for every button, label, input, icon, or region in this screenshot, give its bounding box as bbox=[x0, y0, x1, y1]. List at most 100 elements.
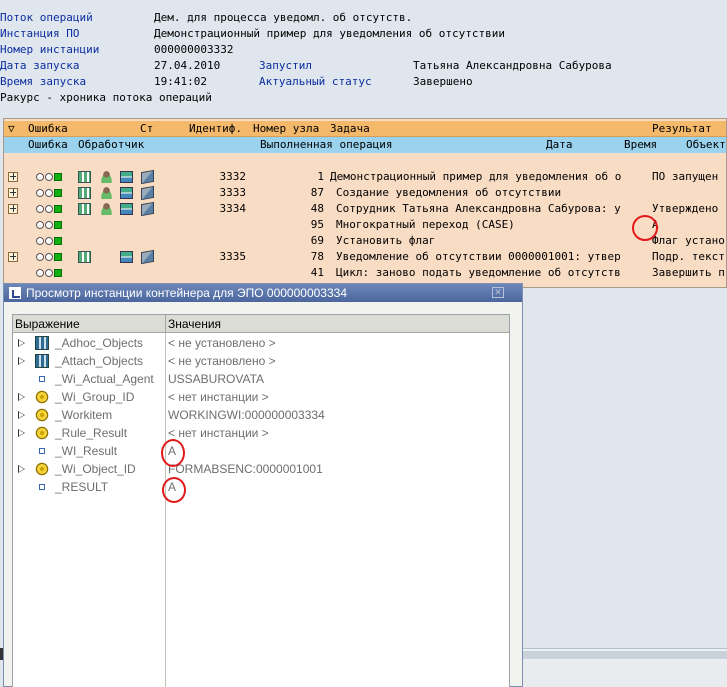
container-element-row[interactable]: _Workitem WORKINGWI:000000003334 bbox=[13, 406, 509, 424]
col-time[interactable]: Время bbox=[624, 137, 657, 153]
cube-icon[interactable] bbox=[141, 201, 154, 217]
row-task[interactable]: Многократный переход (CASE) bbox=[336, 217, 515, 233]
expand-triangle-icon[interactable] bbox=[18, 357, 25, 365]
col-result[interactable]: Результат bbox=[652, 121, 712, 137]
row-ident: 3334 bbox=[219, 202, 247, 215]
flow-icon[interactable] bbox=[120, 251, 133, 263]
row-node: 95 bbox=[310, 218, 324, 231]
container-element-row[interactable]: _Wi_Actual_Agent USSABUROVATA bbox=[13, 370, 509, 388]
flow-icon[interactable] bbox=[120, 187, 133, 199]
tree-icon[interactable] bbox=[78, 251, 91, 263]
expand-icon[interactable] bbox=[8, 172, 18, 182]
expand-icon[interactable] bbox=[8, 188, 18, 198]
status-lights-icon bbox=[36, 189, 62, 197]
row-task[interactable]: Уведомление об отсутствии 0000001001: ут… bbox=[336, 249, 621, 265]
status-bar bbox=[523, 660, 727, 687]
container-element-row[interactable]: _Wi_Object_ID FORMABSENC:0000001001 bbox=[13, 460, 509, 478]
expand-triangle-icon[interactable] bbox=[18, 429, 25, 437]
expand-triangle-icon[interactable] bbox=[18, 465, 25, 473]
tree-icon[interactable] bbox=[78, 171, 91, 183]
expand-icon[interactable] bbox=[8, 204, 18, 214]
status-lights-icon bbox=[36, 269, 62, 277]
col-values[interactable]: Значения bbox=[165, 315, 221, 333]
container-element-row[interactable]: _Wi_Group_ID < нет инстанции > bbox=[13, 388, 509, 406]
view-title-text: Ракурс - хроника потока операций bbox=[0, 91, 212, 104]
col-task[interactable]: Задача bbox=[330, 121, 370, 137]
col-error-2[interactable]: Ошибка bbox=[28, 137, 68, 153]
status-lights-icon bbox=[36, 205, 62, 213]
table-header-secondary: Ошибка Обработчик Выполненная операция Д… bbox=[4, 137, 726, 153]
col-status[interactable]: Ст bbox=[140, 121, 153, 137]
row-node: 41 bbox=[310, 266, 324, 279]
container-element-row[interactable]: _Rule_Result < нет инстанции > bbox=[13, 424, 509, 442]
col-ident[interactable]: Идентиф. bbox=[189, 121, 242, 137]
expand-icon[interactable] bbox=[8, 252, 18, 262]
horizontal-scrollbar[interactable] bbox=[523, 648, 727, 660]
col-error[interactable]: Ошибка bbox=[28, 121, 68, 137]
col-operation[interactable]: Выполненная операция bbox=[260, 137, 392, 153]
col-object[interactable]: Объект bbox=[686, 137, 726, 153]
row-task[interactable]: Сотрудник Татьяна Александровна Сабурова… bbox=[336, 201, 621, 217]
cube-icon[interactable] bbox=[141, 185, 154, 201]
table-row[interactable]: 3332 1 Демонстрационный пример для уведомл… bbox=[4, 169, 726, 185]
person-icon[interactable] bbox=[100, 187, 113, 199]
col-node[interactable]: Номер узла bbox=[253, 121, 319, 137]
cube-icon[interactable] bbox=[141, 249, 154, 265]
tree-icon[interactable] bbox=[78, 187, 91, 199]
object-icon bbox=[35, 426, 49, 440]
container-grid[interactable]: Выражение Значения _Adhoc_Objects < не ус… bbox=[12, 314, 510, 687]
dialog-title-bar[interactable]: Просмотр инстанции контейнера для ЭПО 00… bbox=[4, 284, 522, 302]
element-value: < не установлено > bbox=[168, 354, 276, 368]
row-result: Завершить п bbox=[652, 266, 725, 279]
annotation-circle bbox=[161, 439, 185, 467]
flow-icon[interactable] bbox=[120, 203, 133, 215]
row-task[interactable]: Демонстрационный пример для уведомления … bbox=[330, 169, 621, 185]
started-by-label: Запустил bbox=[259, 59, 312, 72]
row-task[interactable]: Цикл: заново подать уведомление об отсут… bbox=[336, 265, 621, 281]
object-icon bbox=[35, 462, 49, 476]
col-handler[interactable]: Обработчик bbox=[78, 137, 144, 153]
table-row[interactable]: 3333 87 Создание уведомления об отсутствии bbox=[4, 185, 726, 201]
container-instance-dialog[interactable]: Просмотр инстанции контейнера для ЭПО 00… bbox=[3, 283, 523, 687]
object-icon bbox=[35, 390, 49, 404]
filter-icon[interactable]: ▽ bbox=[8, 121, 15, 137]
instance-number-label: Номер инстанции bbox=[0, 43, 100, 56]
close-icon[interactable]: ✕ bbox=[492, 287, 504, 298]
start-time-value: 19:41:02 bbox=[154, 75, 207, 88]
person-icon[interactable] bbox=[100, 203, 113, 215]
start-time-label: Время запуска bbox=[0, 75, 87, 88]
table-row[interactable]: 69 Установить флаг Флаг устано bbox=[4, 233, 726, 249]
table-row[interactable]: 95 Многократный переход (CASE) A bbox=[4, 217, 726, 233]
element-value: < нет инстанции > bbox=[168, 390, 269, 404]
element-name: _WI_Result bbox=[55, 444, 118, 458]
row-node: 1 bbox=[317, 170, 324, 183]
table-header-primary: ▽ Ошибка Ст Идентиф. Номер узла Задача Р… bbox=[4, 121, 726, 137]
table-row[interactable]: 3334 48 Сотрудник Татьяна Александровна Са… bbox=[4, 201, 726, 217]
tree-icon[interactable] bbox=[78, 203, 91, 215]
row-node: 87 bbox=[310, 186, 324, 199]
status-lights-icon bbox=[36, 173, 62, 181]
start-date-value: 27.04.2010 bbox=[154, 59, 221, 72]
element-name: _Rule_Result bbox=[55, 426, 128, 440]
table-row[interactable]: 3335 78 Уведомление об отсутствии 00000010… bbox=[4, 249, 726, 265]
container-element-row[interactable]: _Attach_Objects < не установлено > bbox=[13, 352, 509, 370]
workflow-log-table[interactable]: ▽ Ошибка Ст Идентиф. Номер узла Задача Р… bbox=[3, 118, 727, 288]
table-row[interactable]: 41 Цикл: заново подать уведомление об отс… bbox=[4, 265, 726, 281]
container-element-row[interactable]: _WI_Result A bbox=[13, 442, 509, 460]
row-task[interactable]: Установить флаг bbox=[336, 233, 435, 249]
col-expression[interactable]: Выражение bbox=[15, 315, 80, 333]
person-icon[interactable] bbox=[100, 171, 113, 183]
instance-label: Инстанция ПО bbox=[0, 27, 80, 40]
scrollbar-thumb[interactable] bbox=[523, 651, 727, 659]
flow-icon[interactable] bbox=[120, 171, 133, 183]
expand-triangle-icon[interactable] bbox=[18, 339, 25, 347]
col-date[interactable]: Дата bbox=[546, 137, 573, 153]
container-element-row[interactable]: _RESULT A bbox=[13, 478, 509, 496]
row-task[interactable]: Создание уведомления об отсутствии bbox=[336, 185, 561, 201]
expand-triangle-icon[interactable] bbox=[18, 393, 25, 401]
element-name: _Attach_Objects bbox=[55, 354, 144, 368]
cube-icon[interactable] bbox=[141, 169, 154, 185]
expand-triangle-icon[interactable] bbox=[18, 411, 25, 419]
element-icon bbox=[39, 376, 45, 382]
container-element-row[interactable]: _Adhoc_Objects < не установлено > bbox=[13, 334, 509, 352]
